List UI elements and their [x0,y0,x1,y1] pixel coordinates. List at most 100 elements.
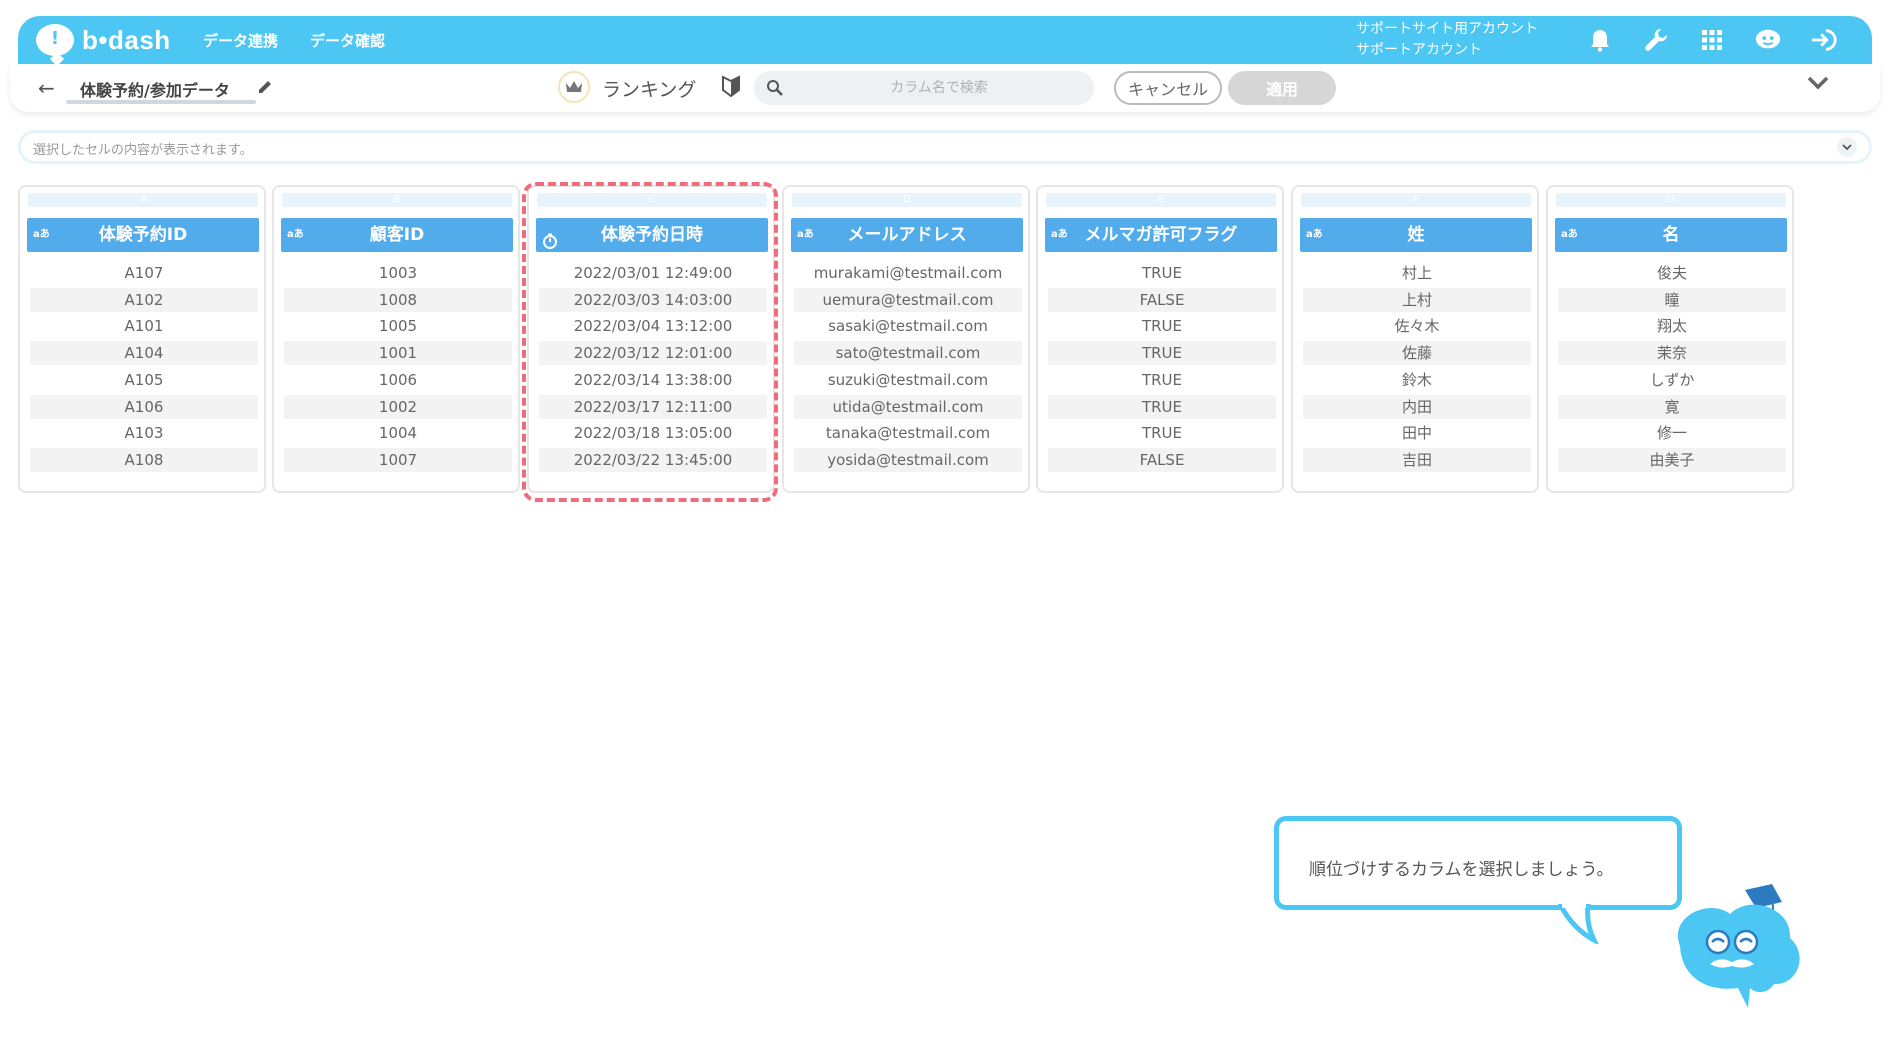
table-cell[interactable]: 1006 [284,368,512,392]
table-cell[interactable]: suzuki@testmail.com [794,368,1022,392]
table-cell[interactable]: 瞳 [1558,287,1786,312]
table-cell[interactable]: 村上 [1303,261,1531,285]
nav-data-check[interactable]: データ確認 [310,30,385,51]
table-cell[interactable]: 1008 [284,287,512,312]
table-cell[interactable]: A101 [30,314,258,338]
column-header-label: 顧客ID [369,225,425,245]
account-sub: サポートアカウント [1356,42,1482,58]
text-type-icon: aあ [287,229,304,240]
table-cell[interactable]: A108 [30,448,258,472]
expand-chevron-icon[interactable] [1837,137,1857,157]
brand-name: b•dash [82,24,171,55]
table-cell[interactable]: 寛 [1558,394,1786,419]
beginner-mark-icon[interactable] [722,75,740,101]
ranking-label: ランキング [602,79,697,101]
table-cell[interactable]: A106 [30,394,258,419]
text-type-icon: aあ [797,229,814,240]
column-b[interactable]: Baあ 顧客ID 1003 1008 1005 1001 1006 1002 1004 1007 [272,185,520,493]
column-values: 1003 1008 1005 1001 1006 1002 1004 1007 [284,258,512,475]
column-letter: F [1301,193,1531,207]
cell-content-placeholder: 選択したセルの内容が表示されます。 [33,143,253,158]
table-cell[interactable]: sasaki@testmail.com [794,314,1022,338]
column-header[interactable]: aあ メルマガ許可フラグ [1045,218,1277,252]
table-cell[interactable]: uemura@testmail.com [794,287,1022,312]
table-cell[interactable]: 修一 [1558,421,1786,445]
table-cell[interactable]: A107 [30,261,258,285]
table-cell[interactable]: 茉奈 [1558,341,1786,365]
table-cell[interactable]: 1004 [284,421,512,445]
apply-button[interactable]: 適用 [1228,71,1336,105]
table-cell[interactable]: A103 [30,421,258,445]
table-cell[interactable]: 1005 [284,314,512,338]
cancel-button[interactable]: キャンセル [1114,71,1222,105]
mascot-icon [1560,876,1820,1020]
table-cell[interactable]: tanaka@testmail.com [794,421,1022,445]
chevron-down-icon[interactable] [1806,75,1830,95]
edit-pencil-icon[interactable] [256,78,274,100]
table-cell[interactable]: murakami@testmail.com [794,261,1022,285]
nav-data-integration[interactable]: データ連携 [203,30,278,51]
column-header[interactable]: aあ 名 [1555,218,1787,252]
table-cell[interactable]: FALSE [1048,448,1276,472]
column-d[interactable]: Daあ メールアドレス murakami@testmail.com uemura@te… [782,185,1030,493]
wrench-icon[interactable] [1642,26,1670,54]
table-cell[interactable]: 1003 [284,261,512,285]
grid-icon[interactable] [1698,26,1726,54]
column-values: 村上 上村 佐々木佐藤鈴木 内田 田中吉田 [1303,258,1531,475]
back-arrow-icon[interactable]: ← [38,76,55,100]
column-header[interactable]: aあ メールアドレス [791,218,1023,252]
table-cell[interactable]: TRUE [1048,314,1276,338]
selected-column-highlight [522,182,778,502]
table-cell[interactable]: 翔太 [1558,314,1786,338]
support-icon[interactable] [1754,26,1782,54]
column-letter: G [1556,193,1786,207]
table-cell[interactable]: TRUE [1048,341,1276,365]
table-cell[interactable]: FALSE [1048,287,1276,312]
column-f[interactable]: Faあ 姓村上 上村 佐々木佐藤鈴木 内田 田中吉田 [1291,185,1539,493]
table-cell[interactable]: sato@testmail.com [794,341,1022,365]
bell-icon[interactable] [1586,26,1614,54]
table-cell[interactable]: TRUE [1048,261,1276,285]
column-header[interactable]: aあ 顧客ID [281,218,513,252]
search-input[interactable] [794,71,1084,105]
column-header[interactable]: aあ 体験予約ID [27,218,259,252]
table-cell[interactable]: 鈴木 [1303,368,1531,392]
table-cell[interactable]: 吉田 [1303,448,1531,472]
table-cell[interactable]: しずか [1558,368,1786,392]
logout-icon[interactable] [1810,26,1838,54]
table-cell[interactable]: utida@testmail.com [794,394,1022,419]
table-cell[interactable]: A102 [30,287,258,312]
logo-bubble-icon: ! [36,24,74,56]
table-cell[interactable]: 佐々木 [1303,314,1531,338]
table-cell[interactable]: A105 [30,368,258,392]
table-cell[interactable]: TRUE [1048,394,1276,419]
table-cell[interactable]: 1007 [284,448,512,472]
table-cell[interactable]: 田中 [1303,421,1531,445]
column-g[interactable]: Gaあ 名俊夫瞳翔太茉奈しずか寛修一由美子 [1546,185,1794,493]
column-header[interactable]: aあ 姓 [1300,218,1532,252]
column-letter: A [28,193,258,207]
column-a[interactable]: Aaあ 体験予約ID A107 A102 A101 A104 A105 A106 A103 A10… [18,185,266,493]
crown-icon [558,71,590,103]
table-cell[interactable]: yosida@testmail.com [794,448,1022,472]
table-name: 体験予約/参加データ [80,81,230,100]
column-header-label: メールアドレス [847,225,967,245]
account-info[interactable]: サポートサイト用アカウント サポートアカウント [1356,19,1538,61]
table-cell[interactable]: 1002 [284,394,512,419]
cell-content-bar[interactable]: 選択したセルの内容が表示されます。 [18,130,1872,164]
column-e[interactable]: Eaあ メルマガ許可フラグ TRUE FALSE TRUE TRUE TRUE TRUE TRU… [1036,185,1284,493]
text-type-icon: aあ [1306,229,1323,240]
column-letter: E [1046,193,1276,207]
table-cell[interactable]: 1001 [284,341,512,365]
table-cell[interactable]: TRUE [1048,368,1276,392]
table-cell[interactable]: 上村 [1303,287,1531,312]
table-cell[interactable]: 俊夫 [1558,261,1786,285]
table-cell[interactable]: 由美子 [1558,448,1786,472]
table-cell[interactable]: 佐藤 [1303,341,1531,365]
table-cell[interactable]: 内田 [1303,394,1531,419]
toolbar: ← 体験予約/参加データ ランキング キャンセル 適用 [10,64,1880,112]
column-values: TRUE FALSE TRUE TRUE TRUE TRUE TRUE FALSE [1048,258,1276,475]
bdash-logo[interactable]: ! b•dash [36,22,171,58]
table-cell[interactable]: A104 [30,341,258,365]
table-cell[interactable]: TRUE [1048,421,1276,445]
